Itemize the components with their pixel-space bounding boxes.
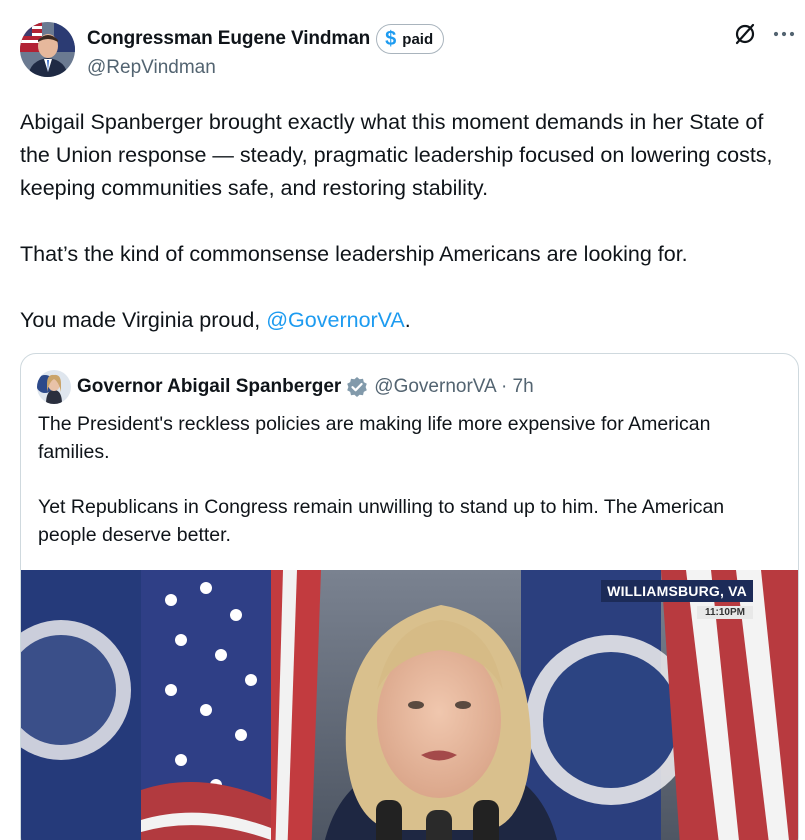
quoted-post[interactable]: Governor Abigail Spanberger @GovernorVA … (20, 353, 799, 840)
post-paragraph-3: You made Virginia proud, @GovernorVA. (20, 304, 795, 337)
chyron-location: WILLIAMSBURG, VA (601, 580, 753, 602)
verified-gold-badge-icon[interactable] (346, 376, 368, 398)
quoted-paragraph-1: The President's reckless policies are ma… (38, 413, 711, 463)
ellipsis-icon[interactable] (773, 22, 795, 51)
post-author: Congressman Eugene Vindman $ paid @RepVi… (87, 24, 445, 79)
slash-circle-icon[interactable] (733, 22, 757, 51)
quoted-author-display-name[interactable]: Governor Abigail Spanberger (77, 376, 341, 398)
news-chyron: WILLIAMSBURG, VA 11:10PM (601, 580, 753, 620)
post-paragraph-2: That’s the kind of commonsense leadershi… (20, 242, 688, 266)
post-actions (733, 22, 795, 51)
chyron-time: 11:10PM (696, 606, 753, 619)
author-display-name[interactable]: Congressman Eugene Vindman (87, 28, 370, 50)
dollar-icon: $ (385, 27, 397, 50)
paid-badge-label: paid (402, 30, 434, 48)
quoted-post-header: Governor Abigail Spanberger @GovernorVA … (37, 370, 534, 404)
author-avatar[interactable] (20, 22, 75, 77)
author-handle[interactable]: @RepVindman (87, 57, 444, 79)
paid-badge[interactable]: $ paid (376, 24, 445, 54)
post-paragraph-1: Abigail Spanberger brought exactly what … (20, 110, 773, 200)
post-paragraph-3-end: . (404, 308, 411, 332)
quoted-video-thumbnail[interactable]: WILLIAMSBURG, VA 11:10PM (21, 570, 798, 840)
quoted-post-text: The President's reckless policies are ma… (38, 410, 783, 549)
quoted-author-avatar[interactable] (37, 370, 71, 404)
mention-link[interactable]: @GovernorVA (266, 308, 405, 332)
post-text: Abigail Spanberger brought exactly what … (20, 106, 795, 337)
quoted-paragraph-2: Yet Republicans in Congress remain unwil… (38, 496, 725, 546)
quoted-author-handle-time[interactable]: @GovernorVA · 7h (374, 376, 533, 398)
post-paragraph-3-text: You made Virginia proud, (20, 308, 267, 332)
